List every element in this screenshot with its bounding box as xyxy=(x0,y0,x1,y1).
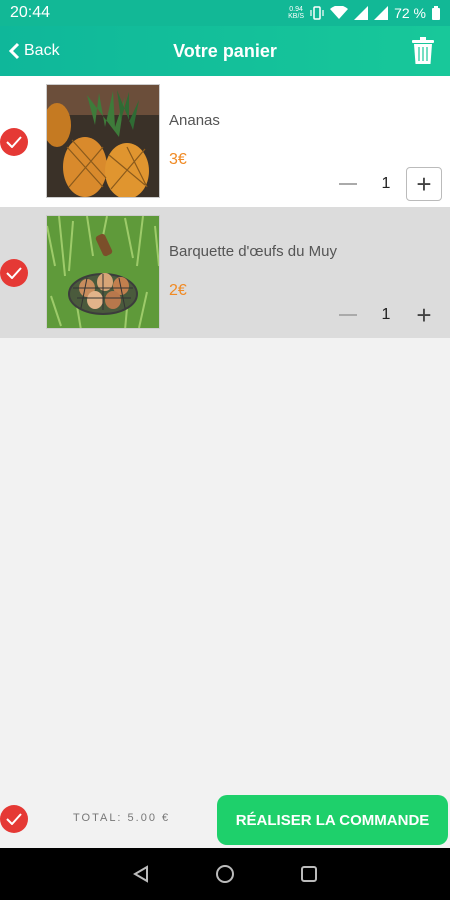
check-icon xyxy=(6,267,22,279)
total-amount: TOTAL: 5.00 € xyxy=(73,812,171,824)
nav-back-icon[interactable] xyxy=(132,865,150,883)
signal-icon xyxy=(354,6,369,20)
product-name: Ananas xyxy=(169,112,220,129)
wifi-icon xyxy=(330,6,349,19)
select-all-checkbox[interactable] xyxy=(0,805,28,833)
decrease-quantity-button[interactable] xyxy=(330,168,366,200)
quantity-stepper: 1 + xyxy=(330,167,442,201)
battery-icon xyxy=(432,6,440,20)
back-button[interactable]: Back xyxy=(8,26,60,76)
vibrate-icon xyxy=(310,6,324,20)
nav-home-icon[interactable] xyxy=(215,864,235,884)
system-nav-bar xyxy=(0,848,450,900)
network-speed: 0.94 KB/S xyxy=(288,6,304,20)
cart-item: Ananas 3€ 1 + xyxy=(0,76,450,207)
product-price: 3€ xyxy=(169,151,187,168)
status-time: 20:44 xyxy=(10,4,51,21)
minus-icon xyxy=(339,183,357,185)
plus-icon: + xyxy=(416,168,432,199)
nav-recents-icon[interactable] xyxy=(300,865,318,883)
product-image-eggs xyxy=(46,215,160,329)
status-icons: 0.94 KB/S 72 % xyxy=(288,5,440,21)
page-title: Votre panier xyxy=(173,40,277,61)
back-chevron-icon xyxy=(8,42,20,60)
status-bar: 20:44 0.94 KB/S 72 % xyxy=(0,0,450,26)
product-image-pineapple xyxy=(46,84,160,198)
select-item-checkbox[interactable] xyxy=(0,259,28,287)
minus-icon xyxy=(339,314,357,316)
increase-quantity-button[interactable]: + xyxy=(406,298,442,332)
network-speed-unit: KB/S xyxy=(288,13,305,20)
check-icon xyxy=(6,136,22,148)
select-item-checkbox[interactable] xyxy=(0,128,28,156)
app-bar: Back Votre panier xyxy=(0,26,450,76)
trash-icon[interactable] xyxy=(412,37,434,65)
place-order-button[interactable]: RÉALISER LA COMMANDE xyxy=(217,795,448,845)
signal-icon-2 xyxy=(374,6,389,20)
cart-item: Barquette d'œufs du Muy 2€ 1 + xyxy=(0,207,450,338)
back-label: Back xyxy=(24,42,60,59)
checkout-footer: TOTAL: 5.00 € RÉALISER LA COMMANDE xyxy=(0,790,450,848)
increase-quantity-button[interactable]: + xyxy=(406,167,442,201)
check-icon xyxy=(6,813,22,825)
quantity-value: 1 xyxy=(381,175,391,192)
network-speed-value: 0.94 xyxy=(289,6,303,13)
battery-percent: 72 % xyxy=(394,5,426,21)
product-name: Barquette d'œufs du Muy xyxy=(169,243,337,260)
product-price: 2€ xyxy=(169,282,187,299)
decrease-quantity-button[interactable] xyxy=(330,299,366,331)
quantity-stepper: 1 + xyxy=(330,298,442,332)
plus-icon: + xyxy=(416,299,432,330)
quantity-value: 1 xyxy=(381,306,391,323)
